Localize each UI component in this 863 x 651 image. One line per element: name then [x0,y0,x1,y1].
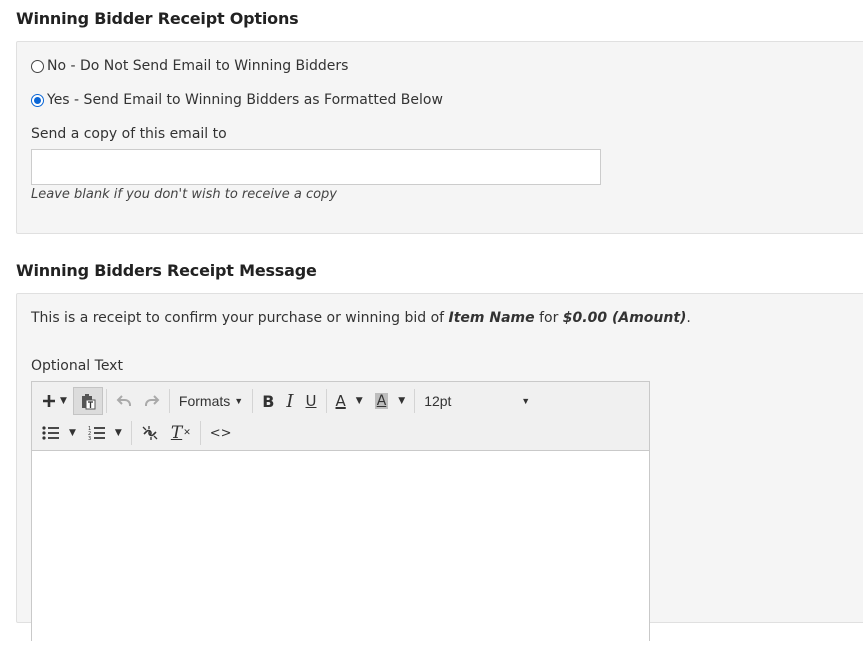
option-yes-row[interactable]: Yes - Send Email to Winning Bidders as F… [31,92,443,108]
option-no-radio[interactable] [31,59,44,73]
svg-text:3: 3 [88,436,91,441]
toolbar-separator [325,389,327,413]
receipt-options-title: Winning Bidder Receipt Options [16,9,299,28]
editor-toolbar: ▼ Formats ▼ B I U A ▼ A ▼ 12pt ▼ ▼ 1 2 3… [32,382,649,451]
redo-icon[interactable] [138,387,166,415]
toolbar-separator [105,389,107,413]
copy-email-input[interactable] [31,149,601,185]
undo-icon[interactable] [110,387,138,415]
toolbar-separator [252,389,254,413]
plus-icon[interactable]: ▼ [36,387,73,415]
background-color-button[interactable]: A ▼ [369,387,412,415]
receipt-options-panel: No - Do Not Send Email to Winning Bidder… [16,41,863,234]
toolbar-separator [199,421,201,445]
text-color-button[interactable]: A ▼ [330,387,369,415]
numbered-list-icon[interactable]: 1 2 3 ▼ [82,419,128,447]
toolbar-row-1: ▼ Formats ▼ B I U A ▼ A ▼ 12pt ▼ [36,386,536,416]
paste-text-icon[interactable] [72,387,103,415]
rich-text-editor: ▼ Formats ▼ B I U A ▼ A ▼ 12pt ▼ ▼ 1 2 3… [31,381,650,651]
optional-text-label: Optional Text [31,358,123,374]
font-size-dropdown[interactable]: 12pt ▼ [418,387,536,415]
toolbar-separator [414,389,416,413]
option-no-row[interactable]: No - Do Not Send Email to Winning Bidder… [31,58,348,74]
receipt-message-text: This is a receipt to confirm your purcha… [31,310,691,326]
bold-button[interactable]: B [256,387,280,415]
clear-formatting-x-icon: ✕ [183,428,191,438]
toolbar-row-2: ▼ 1 2 3 ▼ T ✕ <> [36,418,238,448]
option-no-label[interactable]: No - Do Not Send Email to Winning Bidder… [47,58,348,74]
option-yes-label[interactable]: Yes - Send Email to Winning Bidders as F… [47,92,443,108]
receipt-message-title: Winning Bidders Receipt Message [16,261,317,280]
amount-token: $0.00 (Amount) [562,310,687,326]
formats-dropdown[interactable]: Formats ▼ [173,387,249,415]
clear-formatting-button[interactable]: T ✕ [165,419,197,447]
underline-button[interactable]: U [300,387,323,415]
toolbar-separator [168,389,170,413]
toolbar-separator [130,421,132,445]
unlink-icon[interactable] [135,419,165,447]
copy-email-label: Send a copy of this email to [31,126,227,142]
receipt-message-panel: This is a receipt to confirm your purcha… [16,293,863,651]
item-name-token: Item Name [448,310,535,326]
option-yes-radio[interactable] [31,93,44,107]
italic-button[interactable]: I [280,387,299,415]
source-code-button[interactable]: <> [204,419,238,447]
editor-content-area[interactable] [32,451,649,651]
bullet-list-icon[interactable]: ▼ [36,419,82,447]
copy-email-hint: Leave blank if you don't wish to receive… [31,187,337,202]
